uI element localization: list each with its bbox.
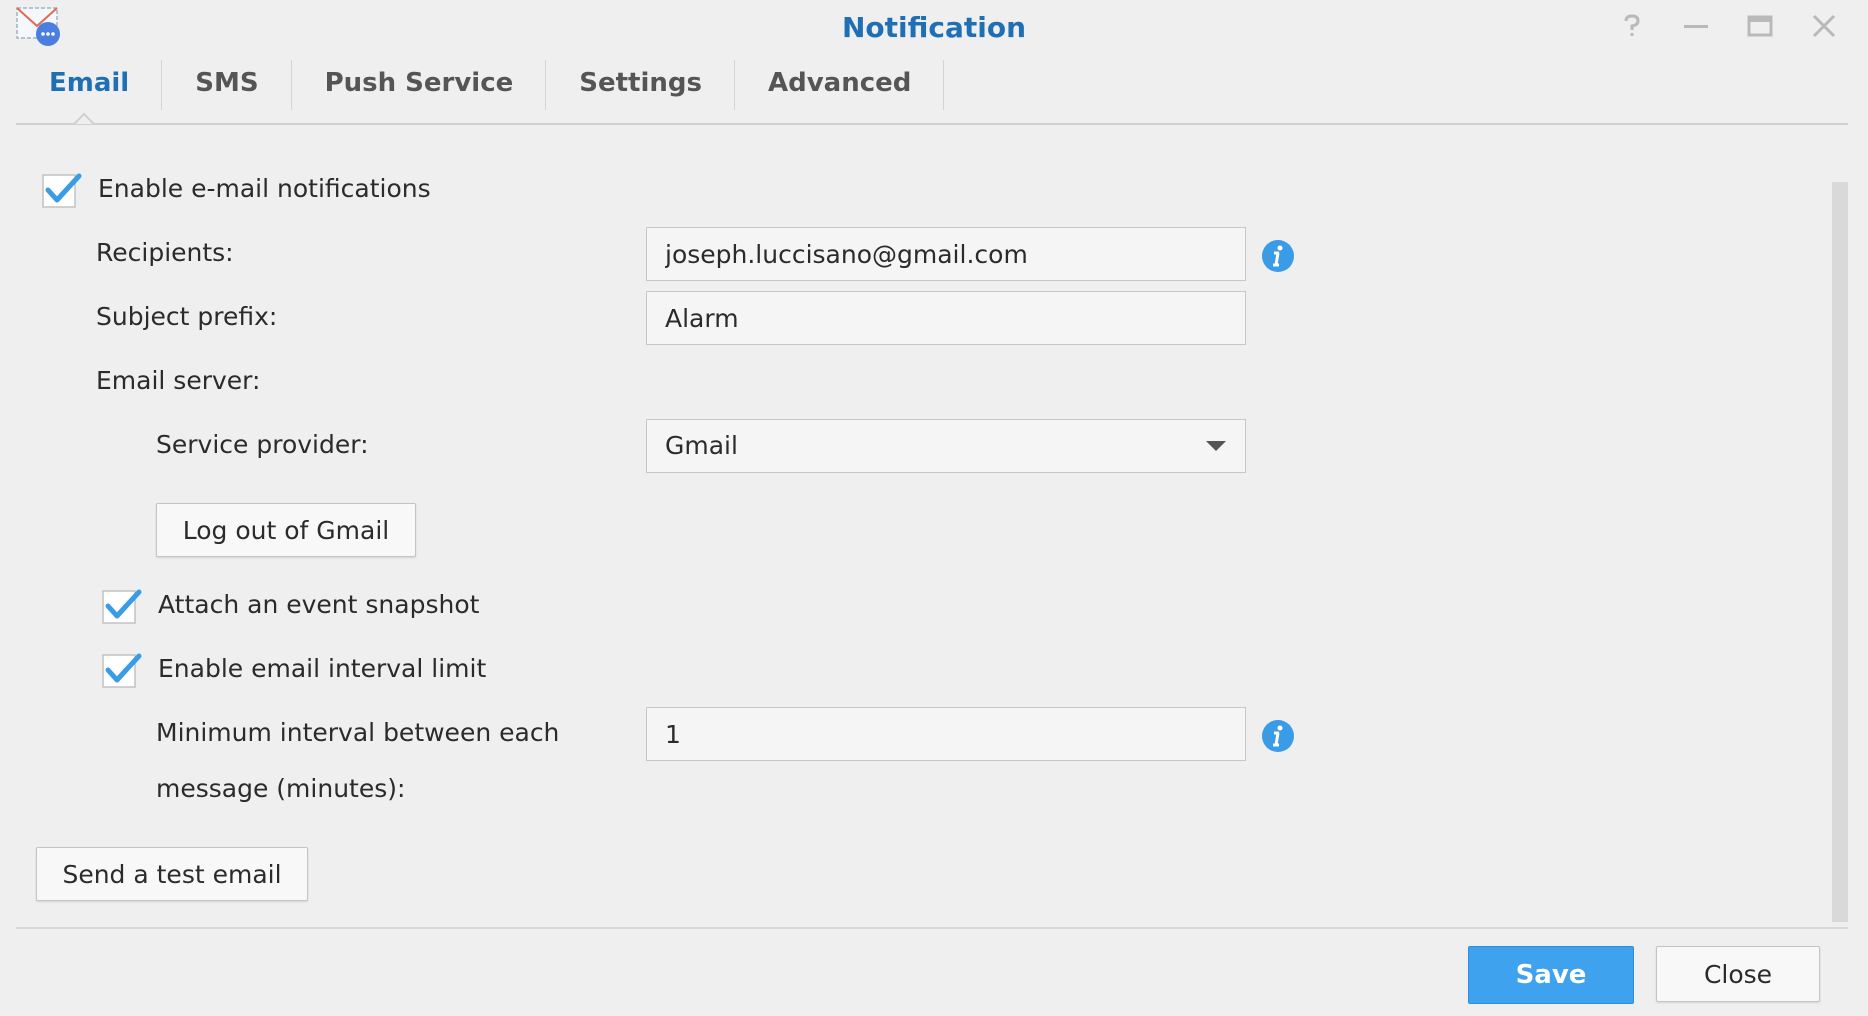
- chevron-down-icon: [1205, 439, 1227, 453]
- recipients-label: Recipients:: [96, 238, 234, 267]
- subject-prefix-input[interactable]: [646, 291, 1246, 345]
- help-icon[interactable]: [1612, 8, 1652, 44]
- interval-limit-checkbox[interactable]: [102, 652, 142, 688]
- tab-settings[interactable]: Settings: [546, 60, 735, 124]
- save-button[interactable]: Save: [1468, 946, 1634, 1004]
- footer-divider: [16, 927, 1848, 929]
- min-interval-label-line1: Minimum interval between each: [156, 718, 560, 747]
- notification-app-icon: [16, 6, 64, 48]
- close-icon[interactable]: [1804, 8, 1844, 44]
- enable-email-label: Enable e-mail notifications: [98, 174, 431, 203]
- window-title: Notification: [841, 11, 1027, 44]
- tab-bar: Email SMS Push Service Settings Advanced: [16, 60, 945, 124]
- info-icon[interactable]: [1261, 719, 1295, 753]
- minimize-icon[interactable]: [1676, 8, 1716, 44]
- email-server-label: Email server:: [96, 366, 261, 395]
- close-button[interactable]: Close: [1656, 946, 1820, 1002]
- tab-underline: [16, 123, 1848, 125]
- attach-snapshot-checkbox[interactable]: [102, 588, 142, 624]
- vertical-scrollbar[interactable]: [1832, 182, 1848, 922]
- tab-push-service[interactable]: Push Service: [292, 60, 547, 124]
- tab-sms[interactable]: SMS: [162, 60, 292, 124]
- send-test-email-button[interactable]: Send a test email: [36, 847, 308, 901]
- active-tab-caret: [73, 112, 95, 132]
- service-provider-select[interactable]: Gmail: [646, 419, 1246, 473]
- service-provider-label: Service provider:: [156, 430, 369, 459]
- tab-advanced[interactable]: Advanced: [735, 60, 945, 124]
- min-interval-label-line2: message (minutes):: [156, 774, 406, 803]
- recipients-input[interactable]: [646, 227, 1246, 281]
- attach-snapshot-label: Attach an event snapshot: [158, 590, 480, 619]
- maximize-icon[interactable]: [1740, 8, 1780, 44]
- min-interval-input[interactable]: [646, 707, 1246, 761]
- interval-limit-label: Enable email interval limit: [158, 654, 487, 683]
- enable-email-checkbox[interactable]: [42, 172, 82, 208]
- subject-prefix-label: Subject prefix:: [96, 302, 278, 331]
- info-icon[interactable]: [1261, 239, 1295, 273]
- service-provider-value: Gmail: [665, 431, 738, 460]
- logout-gmail-button[interactable]: Log out of Gmail: [156, 503, 416, 557]
